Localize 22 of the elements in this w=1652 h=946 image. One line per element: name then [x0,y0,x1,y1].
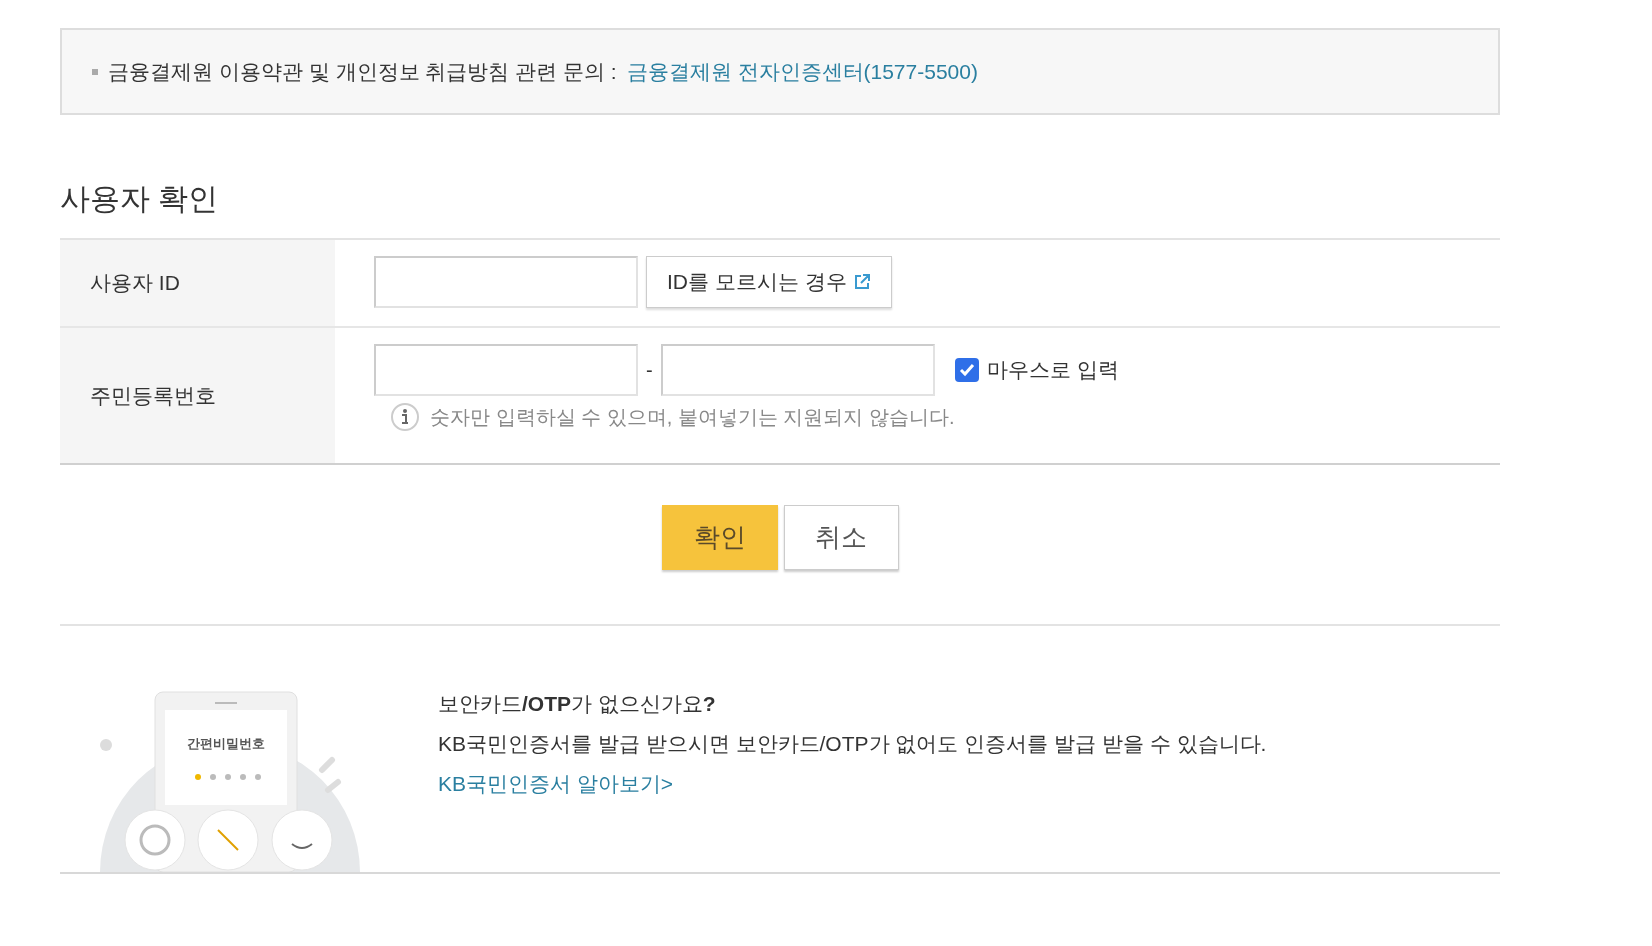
find-id-button[interactable]: ID를 모르시는 경우 [646,256,892,308]
rrn-back-field[interactable] [660,344,935,396]
separator: - [646,358,653,382]
rrn-front-field[interactable] [374,344,638,396]
checkmark-icon [957,361,976,379]
mouse-input-checkbox[interactable] [954,358,979,382]
row-label: 사용자 ID [60,240,335,326]
section-title: 사용자 확인 [60,181,220,217]
bullet-icon [92,68,98,75]
promo-title: 보안카드/OTP가 없으신가요? [438,691,717,717]
info-icon [390,402,420,432]
external-link-icon [852,273,871,291]
learn-more-link[interactable]: KB국민인증서 알아보기> [438,772,674,795]
notice-text: 금융결제원 이용약관 및 개인정보 취급방침 관련 문의 : [108,58,617,85]
confirm-button[interactable]: 확인 [661,505,778,570]
cancel-button[interactable]: 취소 [783,505,899,570]
hint-text: 숫자만 입력하실 수 있으며, 붙여넣기는 지원되지 않습니다. [430,404,955,430]
row-label: 주민등록번호 [60,328,335,463]
contact-link[interactable]: 금융결제원 전자인증센터(1577-5500) [626,57,978,86]
checkbox-label: 마우스로 입력 [986,357,1119,383]
promo-text: KB국민인증서를 발급 받으시면 보안카드/OTP가 없어도 인증서를 발급 받을 수 있습니다. [438,731,1267,757]
user-id-field[interactable] [374,256,638,308]
